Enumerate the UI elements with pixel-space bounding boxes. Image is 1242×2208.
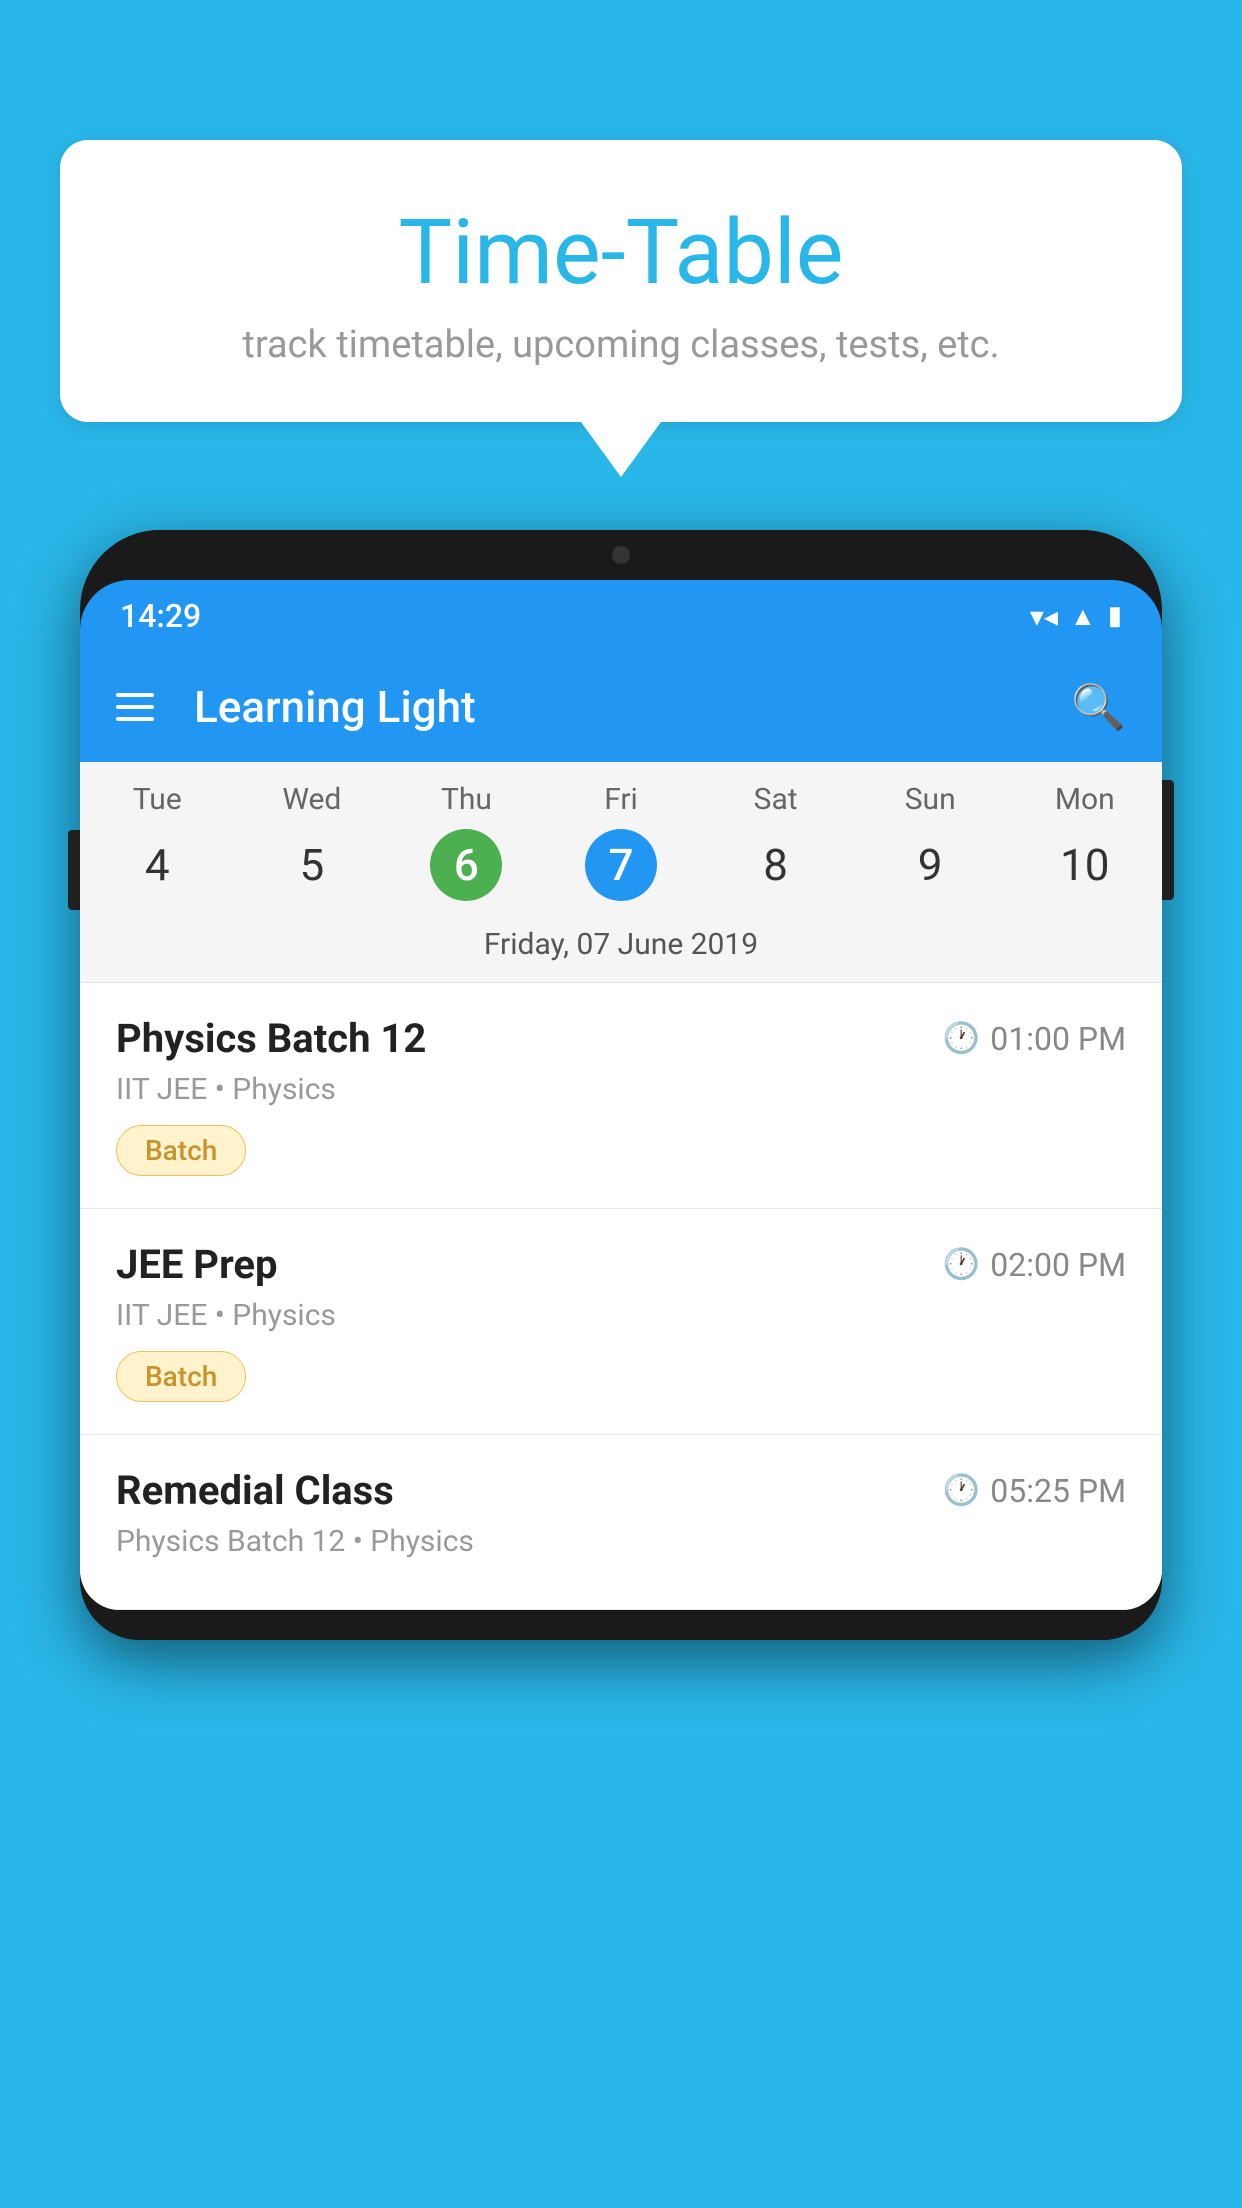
hamburger-line-3: [116, 717, 154, 721]
status-icons: ▾◂ ▲ ▮: [1030, 600, 1122, 633]
menu-button[interactable]: [116, 693, 154, 721]
day-number: 7: [585, 829, 657, 901]
clock-icon: 🕐: [943, 1021, 980, 1056]
phone-screen: 14:29 ▾◂ ▲ ▮ Learning Light 🔍: [80, 580, 1162, 1610]
calendar-day-7[interactable]: Fri 7: [544, 782, 699, 901]
schedule-item-time: 🕐 05:25 PM: [943, 1472, 1126, 1510]
camera: [612, 546, 630, 564]
calendar-section: Tue 4 Wed 5 Thu 6 Fri 7 Sat 8 Sun 9 Mon 10 Friday, 07…: [80, 762, 1162, 983]
day-number: 5: [276, 829, 348, 901]
app-bar-title: Learning Light: [194, 681, 1041, 733]
search-icon[interactable]: 🔍: [1071, 681, 1126, 733]
batch-badge: Batch: [116, 1351, 246, 1402]
phone-frame: 14:29 ▾◂ ▲ ▮ Learning Light 🔍: [80, 530, 1162, 2208]
calendar-header: Tue 4 Wed 5 Thu 6 Fri 7 Sat 8 Sun 9 Mon 10: [80, 762, 1162, 911]
calendar-day-9[interactable]: Sun 9: [853, 782, 1008, 901]
speech-bubble: Time-Table track timetable, upcoming cla…: [60, 140, 1182, 422]
schedule-item-0[interactable]: Physics Batch 12 🕐 01:00 PM IIT JEE • Ph…: [80, 983, 1162, 1209]
schedule-item-subtitle: Physics Batch 12 • Physics: [116, 1524, 1126, 1559]
schedule-item-time: 🕐 02:00 PM: [943, 1246, 1126, 1284]
hamburger-line-1: [116, 693, 154, 697]
schedule-item-1[interactable]: JEE Prep 🕐 02:00 PM IIT JEE • Physics Ba…: [80, 1209, 1162, 1435]
calendar-day-10[interactable]: Mon 10: [1007, 782, 1162, 901]
phone-side-button-left: [68, 830, 80, 910]
day-number: 6: [430, 829, 502, 901]
clock-icon: 🕐: [943, 1473, 980, 1508]
notch: [571, 530, 671, 580]
calendar-day-5[interactable]: Wed 5: [235, 782, 390, 901]
schedule-item-subtitle: IIT JEE • Physics: [116, 1072, 1126, 1107]
schedule-item-title: Remedial Class: [116, 1467, 394, 1514]
day-name: Thu: [389, 782, 544, 817]
day-name: Sat: [698, 782, 853, 817]
schedule-item-header: Physics Batch 12 🕐 01:00 PM: [116, 1015, 1126, 1062]
day-number: 10: [1049, 829, 1121, 901]
phone-body: 14:29 ▾◂ ▲ ▮ Learning Light 🔍: [80, 530, 1162, 1640]
signal-icon: ▲: [1070, 601, 1096, 632]
schedule-list: Physics Batch 12 🕐 01:00 PM IIT JEE • Ph…: [80, 983, 1162, 1610]
app-bar: Learning Light 🔍: [80, 652, 1162, 762]
phone-side-button-right: [1162, 780, 1174, 900]
schedule-item-title: Physics Batch 12: [116, 1015, 426, 1062]
phone-top-bar: [80, 530, 1162, 580]
status-bar: 14:29 ▾◂ ▲ ▮: [80, 580, 1162, 652]
day-name: Wed: [235, 782, 390, 817]
calendar-day-6[interactable]: Thu 6: [389, 782, 544, 901]
day-number: 4: [121, 829, 193, 901]
schedule-item-2[interactable]: Remedial Class 🕐 05:25 PM Physics Batch …: [80, 1435, 1162, 1610]
calendar-day-8[interactable]: Sat 8: [698, 782, 853, 901]
hamburger-line-2: [116, 705, 154, 709]
day-name: Sun: [853, 782, 1008, 817]
batch-badge: Batch: [116, 1125, 246, 1176]
day-number: 8: [740, 829, 812, 901]
battery-icon: ▮: [1108, 601, 1122, 631]
wifi-icon: ▾◂: [1030, 600, 1058, 633]
phone-bottom-bar: [80, 1610, 1162, 1640]
selected-date: Friday, 07 June 2019: [80, 911, 1162, 983]
schedule-item-header: Remedial Class 🕐 05:25 PM: [116, 1467, 1126, 1514]
speech-bubble-container: Time-Table track timetable, upcoming cla…: [60, 140, 1182, 477]
speech-bubble-arrow: [581, 422, 661, 477]
schedule-item-subtitle: IIT JEE • Physics: [116, 1298, 1126, 1333]
day-number: 9: [894, 829, 966, 901]
schedule-item-header: JEE Prep 🕐 02:00 PM: [116, 1241, 1126, 1288]
schedule-item-title: JEE Prep: [116, 1241, 277, 1288]
app-subtitle: track timetable, upcoming classes, tests…: [140, 323, 1102, 367]
clock-icon: 🕐: [943, 1247, 980, 1282]
status-time: 14:29: [120, 597, 201, 635]
day-name: Mon: [1007, 782, 1162, 817]
calendar-day-4[interactable]: Tue 4: [80, 782, 235, 901]
schedule-item-time: 🕐 01:00 PM: [943, 1020, 1126, 1058]
app-title: Time-Table: [140, 200, 1102, 305]
day-name: Fri: [544, 782, 699, 817]
day-name: Tue: [80, 782, 235, 817]
